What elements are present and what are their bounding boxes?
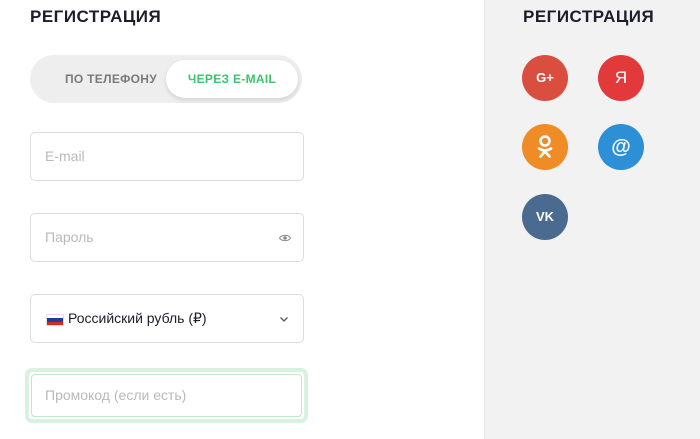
eye-icon[interactable]: [279, 232, 291, 244]
chevron-down-icon: [280, 317, 288, 322]
mail-ru-icon: @: [611, 136, 631, 158]
odnoklassniki-icon: [537, 135, 553, 158]
mail-ru-button[interactable]: @: [598, 124, 644, 170]
email-field[interactable]: E-mail: [30, 132, 304, 181]
currency-select[interactable]: Российский рубль (₽): [30, 294, 304, 343]
russia-flag-icon: [46, 314, 64, 326]
currency-selected-value: Российский рубль (₽): [68, 310, 207, 326]
social-registration-panel: РЕГИСТРАЦИЯ G+ Я @ VK: [484, 0, 700, 439]
password-field[interactable]: Пароль: [30, 213, 304, 262]
yandex-button[interactable]: Я: [598, 55, 644, 101]
odnoklassniki-button[interactable]: [522, 124, 568, 170]
registration-form-panel: РЕГИСТРАЦИЯ ПО ТЕЛЕФОНУ ЧЕРЕЗ E-MAIL E-m…: [0, 0, 484, 439]
yandex-icon: Я: [614, 68, 628, 87]
email-placeholder: E-mail: [45, 148, 85, 164]
vk-button[interactable]: VK: [522, 194, 568, 240]
google-plus-icon: G+: [536, 70, 554, 85]
social-registration-title: РЕГИСТРАЦИЯ: [523, 7, 655, 26]
promo-code-placeholder: Промокод (если есть): [45, 387, 187, 403]
registration-method-toggle: ПО ТЕЛЕФОНУ ЧЕРЕЗ E-MAIL: [30, 55, 302, 103]
password-placeholder: Пароль: [45, 229, 94, 245]
promo-code-field[interactable]: Промокод (если есть): [25, 368, 308, 423]
google-plus-button[interactable]: G+: [522, 55, 568, 101]
vk-icon: VK: [535, 209, 555, 224]
tab-by-phone[interactable]: ПО ТЕЛЕФОНУ: [36, 55, 186, 103]
tab-by-email[interactable]: ЧЕРЕЗ E-MAIL: [166, 60, 298, 98]
registration-title: РЕГИСТРАЦИЯ: [30, 7, 162, 26]
